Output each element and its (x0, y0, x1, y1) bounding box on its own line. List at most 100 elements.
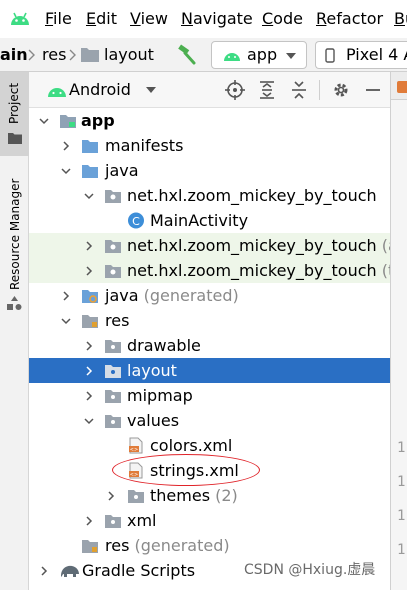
project-view-label: Android (69, 80, 131, 99)
chevron-down-icon[interactable] (84, 416, 94, 426)
chevron-down-icon[interactable] (61, 166, 71, 176)
module-folder-icon (60, 115, 76, 128)
menu-refactor[interactable]: Refactor (316, 9, 383, 29)
chevron-right-icon[interactable] (84, 366, 94, 376)
phone-icon (325, 48, 335, 63)
chevron-right-icon[interactable] (39, 566, 49, 576)
package-icon (105, 240, 121, 253)
line-number: 1 (397, 508, 406, 524)
tree-row-label: themes (2) (150, 486, 238, 505)
chevron-right-icon[interactable] (84, 341, 94, 351)
tree-row-label: colors.xml (150, 436, 233, 455)
editor-area: 1 1 1 1 (390, 72, 407, 590)
gradle-elephant-icon (61, 565, 79, 577)
tree-row-label: strings.xml (150, 461, 239, 480)
tree-row-label: xml (127, 511, 157, 530)
folder-icon (82, 140, 98, 153)
device-label: Pixel 4 A (346, 45, 407, 64)
project-tool-button[interactable]: Project (0, 72, 29, 156)
tree-row-label: mipmap (127, 386, 193, 405)
chevron-down-icon[interactable] (61, 316, 71, 326)
run-configuration-select[interactable]: app (211, 41, 307, 69)
chevron-right-icon[interactable] (84, 391, 94, 401)
chevron-right-icon (28, 49, 35, 61)
menu-file[interactable]: File (45, 9, 72, 29)
project-tree: app manifests java net.hxl.zoom_mickey_b… (29, 108, 390, 590)
tree-row-res[interactable]: res (29, 308, 390, 333)
tree-row-drawable[interactable]: drawable (29, 333, 390, 358)
xml-file-icon: <> (129, 462, 143, 479)
menu-code[interactable]: Code (262, 9, 303, 29)
tree-row-label: layout (127, 361, 177, 380)
tree-row-label: app (81, 111, 115, 130)
tree-row-java-generated[interactable]: java (generated) (29, 283, 390, 308)
menu-build[interactable]: Bu (394, 9, 407, 29)
tree-row-themes[interactable]: themes (2) (29, 483, 390, 508)
collapse-all-icon[interactable] (289, 80, 309, 100)
tool-window-stripe: Project Resource Manager (0, 72, 29, 590)
tree-row-label: res (generated) (105, 536, 230, 555)
chevron-down-icon[interactable] (84, 191, 94, 201)
tree-row-package-main[interactable]: net.hxl.zoom_mickey_by_touch (29, 183, 390, 208)
package-icon (105, 190, 121, 203)
breadcrumb-res[interactable]: res (42, 46, 66, 64)
chevron-right-icon[interactable] (61, 141, 71, 151)
tree-row-colors-xml[interactable]: <> colors.xml (29, 433, 390, 458)
tree-row-app[interactable]: app (29, 108, 390, 133)
chevron-right-icon[interactable] (84, 516, 94, 526)
xml-file-icon: <> (129, 437, 143, 454)
watermark: CSDN @Hxiug.虚晨 (244, 562, 376, 578)
folder-icon (8, 133, 22, 144)
tree-row-label: java (105, 161, 139, 180)
tree-row-package-androidtest[interactable]: net.hxl.zoom_mickey_by_touch (and (29, 233, 390, 258)
folder-icon (105, 390, 121, 403)
package-icon (105, 265, 121, 278)
menu-edit[interactable]: Edit (86, 9, 117, 29)
tree-row-java[interactable]: java (29, 158, 390, 183)
tree-row-label: net.hxl.zoom_mickey_by_touch (127, 186, 377, 205)
run-configuration-label: app (247, 45, 278, 64)
gear-icon[interactable] (331, 80, 351, 100)
svg-text:C: C (132, 215, 140, 228)
chevron-right-icon[interactable] (106, 491, 116, 501)
class-icon: C (128, 212, 144, 229)
folder-icon (82, 165, 98, 178)
tree-row-label: res (105, 311, 130, 330)
tree-row-values[interactable]: values (29, 408, 390, 433)
locate-file-icon[interactable] (225, 80, 245, 100)
hammer-build-icon[interactable] (176, 44, 198, 66)
tree-row-layout[interactable]: layout (29, 358, 390, 383)
chevron-down-icon[interactable] (39, 116, 49, 126)
tree-row-label: MainActivity (150, 211, 249, 230)
tree-row-label: java (generated) (105, 286, 239, 305)
tree-row-mipmap[interactable]: mipmap (29, 383, 390, 408)
tree-row-package-test[interactable]: net.hxl.zoom_mickey_by_touch (test (29, 258, 390, 283)
chevron-right-icon[interactable] (84, 241, 94, 251)
resource-manager-tool-button[interactable]: Resource Manager (0, 170, 29, 320)
svg-text:<>: <> (130, 472, 138, 478)
folder-icon (105, 340, 121, 353)
minimize-icon[interactable] (363, 80, 383, 100)
tree-row-manifests[interactable]: manifests (29, 133, 390, 158)
breadcrumb-layout[interactable]: layout (104, 46, 154, 64)
tree-row-res-generated[interactable]: res (generated) (29, 533, 390, 558)
tree-row-strings-xml[interactable]: <> strings.xml (29, 458, 390, 483)
toolbar-divider (319, 80, 320, 100)
device-select[interactable]: Pixel 4 A (315, 41, 407, 69)
menu-view[interactable]: View (130, 9, 168, 29)
project-panel-header: Android (29, 72, 390, 108)
breadcrumb-module[interactable]: ain (0, 46, 28, 64)
folder-icon (128, 490, 144, 503)
tree-row-xml[interactable]: xml (29, 508, 390, 533)
tree-row-label: values (127, 411, 180, 430)
resource-folder-icon (82, 540, 98, 553)
menu-navigate[interactable]: Navigate (181, 9, 253, 29)
xml-file-icon[interactable] (397, 81, 407, 93)
menu-bar: File Edit View Navigate Code Refactor Bu (0, 0, 407, 38)
tree-row-label: net.hxl.zoom_mickey_by_touch (test (127, 261, 390, 280)
tree-row-mainactivity[interactable]: C MainActivity (29, 208, 390, 233)
android-icon (224, 53, 240, 61)
expand-all-icon[interactable] (257, 80, 277, 100)
chevron-right-icon[interactable] (84, 266, 94, 276)
chevron-right-icon[interactable] (61, 291, 71, 301)
